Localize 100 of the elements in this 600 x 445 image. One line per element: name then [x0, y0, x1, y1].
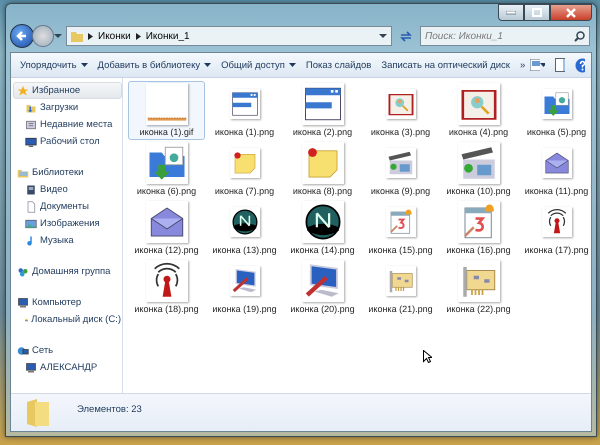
- sidebar-item[interactable]: Музыка: [13, 232, 122, 249]
- help-icon[interactable]: [574, 58, 585, 72]
- video-icon: [25, 184, 37, 196]
- file-item[interactable]: иконка (1).png: [206, 81, 283, 140]
- toolbar-button[interactable]: Показ слайдов: [300, 56, 376, 74]
- file-item[interactable]: иконка (10).png: [440, 140, 517, 199]
- file-name: иконка (22).png: [446, 304, 511, 314]
- sidebar-item[interactable]: Библиотеки: [13, 164, 122, 181]
- file-item[interactable]: иконка (2).png: [284, 81, 361, 140]
- file-name: иконка (11).png: [524, 186, 588, 196]
- file-item[interactable]: иконка (12).png: [128, 199, 205, 258]
- computer-icon: [25, 362, 37, 374]
- toolbar-button[interactable]: Общий доступ: [216, 56, 301, 74]
- file-item[interactable]: иконка (7).png: [206, 140, 283, 199]
- sidebar-item[interactable]: Компьютер: [13, 294, 122, 311]
- homegroup-icon: [17, 266, 29, 278]
- file-item[interactable]: иконка (22).png: [440, 258, 517, 317]
- file-item[interactable]: иконка (14).png: [284, 199, 361, 258]
- file-item[interactable]: иконка (9).png: [362, 140, 439, 199]
- address-bar[interactable]: Иконки Иконки_1: [66, 26, 392, 46]
- caret-icon[interactable]: [54, 33, 62, 39]
- sidebar-item[interactable]: АЛЕКСАНДР: [13, 359, 122, 376]
- file-name: иконка (14).png: [290, 245, 355, 255]
- toolbar-button[interactable]: Записать на оптический диск: [376, 56, 515, 74]
- sidebar-item[interactable]: Локальный диск (C:): [13, 311, 122, 328]
- file-item[interactable]: иконка (5).png: [518, 81, 595, 140]
- close-icon: [566, 8, 576, 18]
- item-count: Элементов: 23: [77, 404, 142, 415]
- file-item[interactable]: иконка (13).png: [206, 199, 283, 258]
- file-name: иконка (8).png: [292, 186, 352, 196]
- sidebar-item[interactable]: Загрузки: [13, 99, 122, 116]
- file-item[interactable]: иконка (4).png: [440, 81, 517, 140]
- file-name: иконка (5).png: [526, 127, 586, 137]
- caret-icon: [288, 63, 296, 67]
- close-button[interactable]: [550, 4, 592, 21]
- sidebar-item[interactable]: Видео: [13, 181, 122, 198]
- document-icon: [25, 200, 37, 212]
- search-icon: [574, 31, 585, 42]
- file-name: иконка (13).png: [212, 245, 277, 255]
- folder-icon: [25, 398, 51, 428]
- file-name: иконка (2).png: [292, 127, 352, 137]
- back-button[interactable]: [10, 24, 34, 48]
- file-name: иконка (4).png: [448, 127, 508, 137]
- file-name: иконка (12).png: [134, 245, 199, 255]
- file-item[interactable]: иконка (3).png: [362, 81, 439, 140]
- sidebar-item[interactable]: Домашняя группа: [13, 263, 122, 280]
- sidebar-item[interactable]: Изображения: [13, 215, 122, 232]
- file-name: иконка (10).png: [446, 186, 511, 196]
- file-item[interactable]: иконка (1).gif: [128, 81, 205, 140]
- minimize-icon: [506, 10, 516, 14]
- computer-icon: [17, 296, 29, 308]
- file-item[interactable]: иконка (16).png: [440, 199, 517, 258]
- file-name: иконка (6).png: [136, 186, 196, 196]
- star-icon: [17, 84, 29, 96]
- file-item[interactable]: иконка (20).png: [284, 258, 361, 317]
- maximize-icon: [532, 8, 542, 17]
- sidebar-item[interactable]: Документы: [13, 198, 122, 215]
- file-item[interactable]: иконка (18).png: [128, 258, 205, 317]
- chevron-icon[interactable]: [88, 32, 93, 40]
- cursor-icon: [423, 350, 432, 363]
- toolbar-button[interactable]: Добавить в библиотеку: [92, 56, 216, 74]
- search-field[interactable]: Поиск: Иконки_1: [420, 26, 590, 46]
- file-item[interactable]: иконка (19).png: [206, 258, 283, 317]
- file-name: иконка (18).png: [134, 304, 199, 314]
- view-icon[interactable]: [530, 59, 540, 71]
- file-name: иконка (21).png: [368, 304, 433, 314]
- image-icon: [25, 218, 37, 230]
- caret-icon: [80, 63, 88, 67]
- file-name: иконка (1).gif: [140, 127, 194, 137]
- file-item[interactable]: иконка (15).png: [362, 199, 439, 258]
- breadcrumb-item[interactable]: Иконки: [98, 30, 131, 42]
- file-item[interactable]: иконка (21).png: [362, 258, 439, 317]
- file-name: иконка (3).png: [370, 127, 430, 137]
- caret-icon[interactable]: [540, 63, 545, 67]
- sidebar-item[interactable]: Рабочий стол: [13, 133, 122, 150]
- preview-pane-icon[interactable]: [554, 58, 565, 72]
- sidebar-item[interactable]: Избранное: [13, 82, 122, 99]
- desktop-icon: [25, 136, 37, 148]
- chevron-icon[interactable]: [136, 32, 141, 40]
- toolbar-button[interactable]: Упорядочить: [15, 56, 93, 74]
- file-name: иконка (20).png: [290, 304, 355, 314]
- file-name: иконка (16).png: [446, 245, 511, 255]
- sidebar-item[interactable]: Недавние места: [13, 116, 122, 133]
- file-item[interactable]: иконка (8).png: [284, 140, 361, 199]
- file-item[interactable]: иконка (11).png: [518, 140, 595, 199]
- file-name: иконка (1).png: [214, 127, 274, 137]
- file-name: иконка (17).png: [524, 245, 589, 255]
- file-item[interactable]: иконка (6).png: [128, 140, 205, 199]
- network-icon: [17, 344, 29, 356]
- more-button[interactable]: »: [514, 56, 530, 74]
- minimize-button[interactable]: [498, 4, 524, 21]
- maximize-button[interactable]: [524, 4, 550, 21]
- file-name: иконка (19).png: [212, 304, 277, 314]
- dropdown-caret-icon[interactable]: [379, 33, 387, 39]
- breadcrumb-item[interactable]: Иконки_1: [146, 30, 190, 42]
- sidebar-item[interactable]: Сеть: [13, 342, 122, 359]
- file-name: иконка (15).png: [368, 245, 433, 255]
- folder-icon: [71, 30, 83, 42]
- file-item[interactable]: иконка (17).png: [518, 199, 595, 258]
- caret-icon: [204, 63, 212, 67]
